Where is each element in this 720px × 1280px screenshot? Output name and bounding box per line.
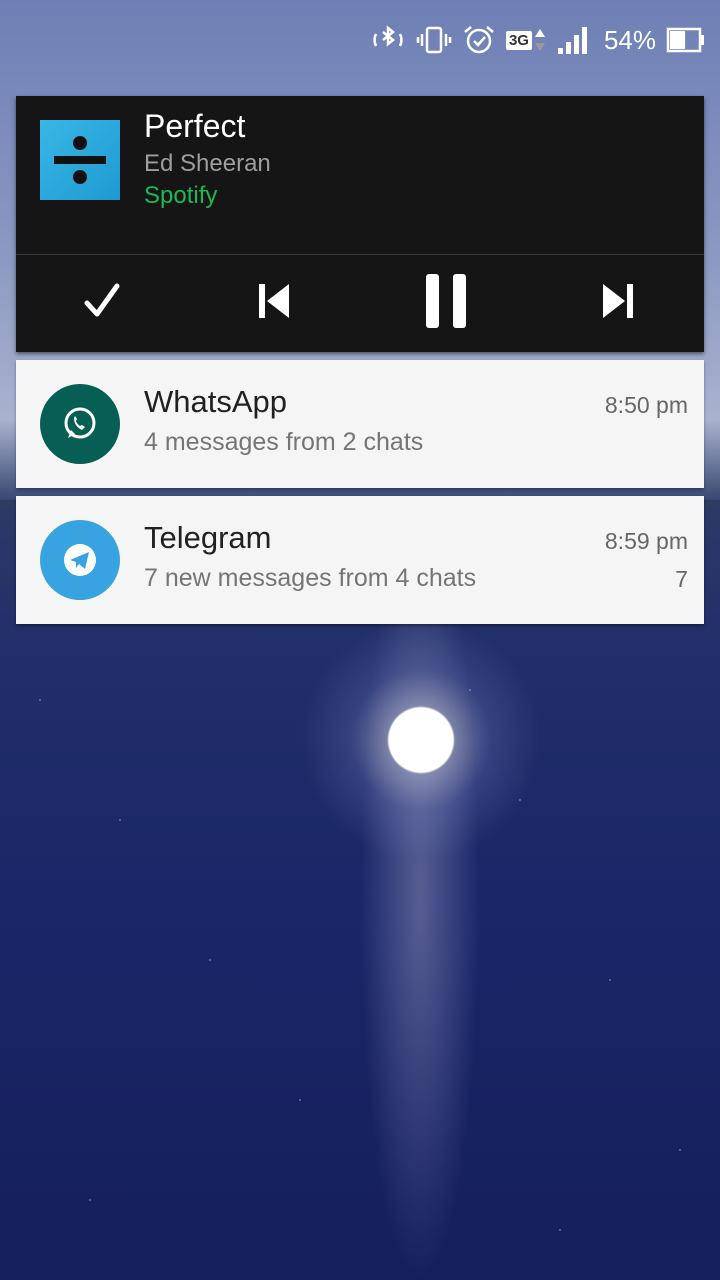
alarm-icon: [462, 24, 496, 56]
like-button[interactable]: [16, 255, 188, 352]
track-artist: Ed Sheeran: [144, 150, 271, 177]
telegram-notification[interactable]: Telegram 8:59 pm 7 new messages from 4 c…: [16, 496, 704, 624]
status-bar: 3G 54%: [0, 0, 720, 80]
notification-text: 4 messages from 2 chats: [144, 428, 424, 456]
pause-button[interactable]: [360, 255, 532, 352]
album-art-dot-top: [73, 136, 87, 150]
telegram-app-icon: [40, 520, 120, 600]
album-art-bar: [54, 156, 106, 164]
signal-icon: [556, 24, 590, 56]
album-art-dot-bottom: [73, 170, 87, 184]
notification-text: 7 new messages from 4 chats: [144, 564, 477, 592]
network-3g-icon: 3G: [505, 27, 546, 53]
track-app-name: Spotify: [144, 182, 218, 209]
notification-time: 8:50 pm: [604, 392, 688, 418]
notification-title: WhatsApp: [144, 384, 288, 419]
previous-icon: [256, 281, 292, 326]
telegram-icon: [64, 544, 96, 576]
next-icon: [600, 281, 636, 326]
album-art: [40, 120, 120, 200]
vibrate-icon: [416, 24, 452, 56]
previous-button[interactable]: [188, 255, 360, 352]
whatsapp-notification[interactable]: WhatsApp 8:50 pm 4 messages from 2 chats: [16, 360, 704, 488]
media-controls: [16, 255, 704, 352]
pause-icon: [424, 272, 468, 335]
battery-percent: 54%: [603, 24, 656, 55]
notification-time: 8:59 pm: [604, 528, 688, 554]
check-icon: [82, 281, 122, 326]
media-notification[interactable]: Perfect Ed Sheeran Spotify: [16, 96, 704, 352]
notification-title: Telegram: [144, 520, 272, 555]
battery-icon: [666, 25, 706, 55]
notification-count: 7: [675, 566, 688, 592]
track-title: Perfect: [144, 108, 246, 144]
whatsapp-icon: [64, 407, 96, 439]
whatsapp-app-icon: [40, 384, 120, 464]
bluetooth-icon: [370, 24, 406, 56]
next-button[interactable]: [532, 255, 704, 352]
